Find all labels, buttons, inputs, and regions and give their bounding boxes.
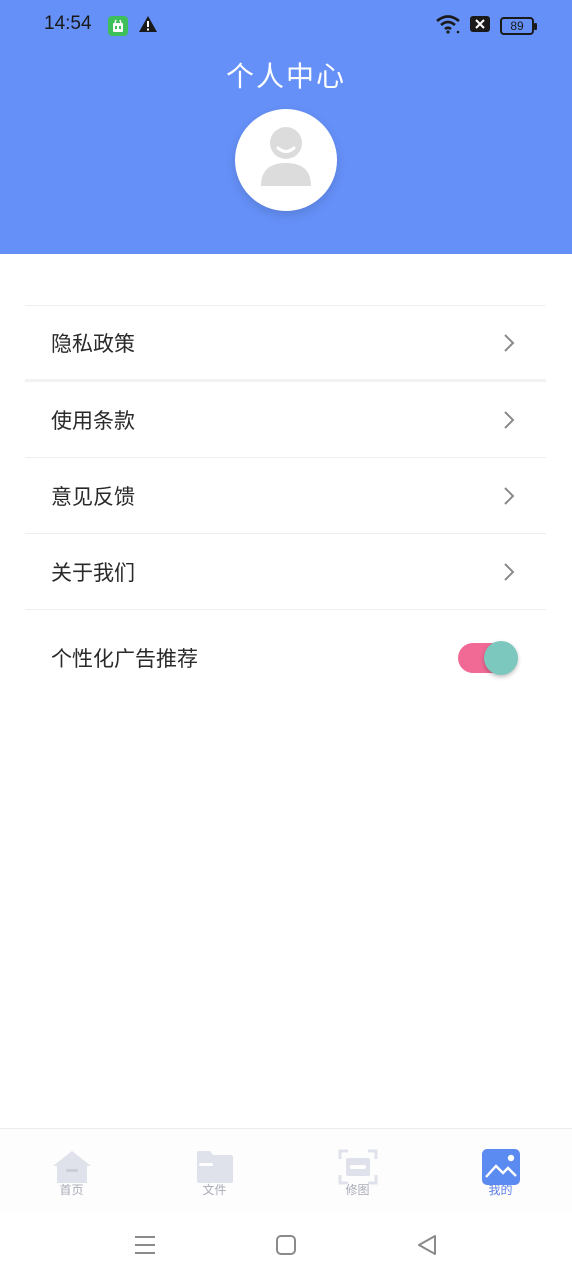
menu-item-personalized-ads: 个性化广告推荐: [25, 610, 546, 706]
menu-item-label: 使用条款: [51, 408, 135, 433]
back-triangle-icon[interactable]: [414, 1232, 440, 1258]
system-nav-bar: [0, 1212, 572, 1280]
chevron-right-icon: [502, 333, 516, 353]
menu-item-label: 隐私政策: [51, 331, 135, 356]
menu-item-privacy-policy[interactable]: 隐私政策: [25, 306, 546, 382]
sim-blocked-icon: [470, 15, 490, 37]
status-right-icons: 89: [436, 14, 537, 38]
menu-item-feedback[interactable]: 意见反馈: [25, 458, 546, 534]
home-square-icon[interactable]: [273, 1232, 299, 1258]
default-user-avatar-icon: [259, 126, 313, 194]
status-left-icons: [108, 15, 158, 37]
menu-item-terms-of-use[interactable]: 使用条款: [25, 382, 546, 458]
tab-label: 修图: [345, 1183, 370, 1197]
tab-files[interactable]: 文件: [143, 1129, 286, 1212]
personalized-ads-toggle[interactable]: [458, 641, 518, 675]
menu-item-about-us[interactable]: 关于我们: [25, 534, 546, 610]
toggle-knob: [484, 641, 518, 675]
tab-retouch[interactable]: 修图: [286, 1129, 429, 1212]
avatar[interactable]: [235, 109, 337, 211]
warning-icon: [138, 15, 158, 37]
chevron-right-icon: [502, 562, 516, 582]
menu-item-label: 个性化广告推荐: [51, 647, 198, 671]
settings-menu: 隐私政策 使用条款 意见反馈 关于我们 个性化广告推荐: [25, 305, 546, 706]
home-icon: [52, 1149, 92, 1185]
profile-header: 14:54 89 个人中心: [0, 0, 572, 254]
image-profile-icon: [481, 1149, 521, 1185]
chevron-right-icon: [502, 410, 516, 430]
scan-edit-icon: [338, 1149, 378, 1185]
menu-icon[interactable]: [132, 1232, 158, 1258]
app-notification-icon: [108, 16, 128, 36]
page-title: 个人中心: [225, 60, 346, 93]
tab-label: 首页: [59, 1183, 84, 1197]
wifi-icon: [436, 14, 460, 38]
tab-label: 我的: [488, 1183, 513, 1197]
status-time: 14:54: [44, 13, 92, 34]
tab-label: 文件: [202, 1183, 227, 1197]
tab-mine[interactable]: 我的: [429, 1129, 572, 1212]
menu-item-label: 关于我们: [51, 560, 135, 585]
chevron-right-icon: [502, 486, 516, 506]
status-bar: 14:54 89: [0, 0, 572, 52]
folder-icon: [195, 1149, 235, 1185]
bottom-tab-bar: 首页 文件 修图 我的: [0, 1128, 572, 1212]
tab-home[interactable]: 首页: [0, 1129, 143, 1212]
menu-item-label: 意见反馈: [51, 484, 135, 509]
battery-icon: 89: [500, 17, 537, 35]
